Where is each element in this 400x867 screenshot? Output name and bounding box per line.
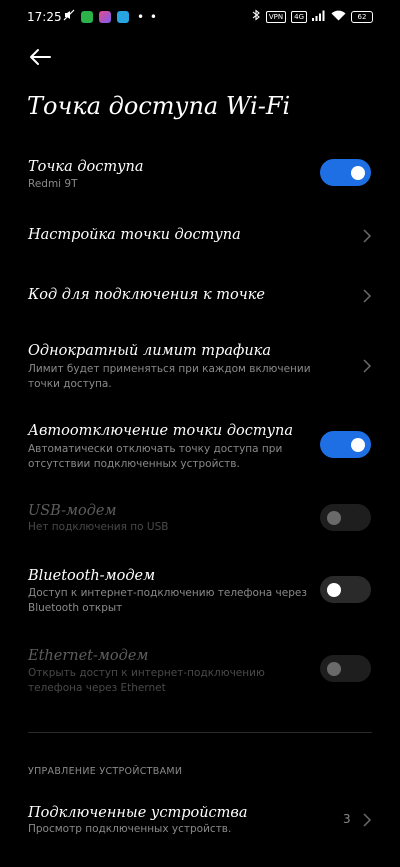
photos-app-icon [99, 10, 111, 23]
section-header: Управление устройствами [28, 766, 183, 777]
traffic-limit-row[interactable]: Однократный лимит трафика Лимит будет пр… [0, 338, 400, 394]
hotspot-settings-title: Настройка точки доступа [28, 227, 241, 243]
auto-off-toggle[interactable] [320, 431, 371, 458]
connect-code-row[interactable]: Код для подключения к точке [0, 282, 400, 312]
usb-modem-title: USB-модем [28, 503, 117, 519]
ethernet-modem-toggle [320, 655, 371, 682]
auto-off-row[interactable]: Автоотключение точки доступа Автоматичес… [0, 418, 400, 474]
page-title: Точка доступа Wi-Fi [27, 92, 291, 120]
traffic-limit-title: Однократный лимит трафика [28, 343, 271, 359]
device-count: 3 [343, 812, 351, 826]
bluetooth-modem-row[interactable]: Bluetooth-модем Доступ к интернет-подклю… [0, 563, 400, 619]
hotspot-subtitle: Redmi 9T [28, 178, 78, 190]
usb-modem-row: USB-модем Нет подключения по USB [0, 498, 400, 540]
hotspot-settings-row[interactable]: Настройка точки доступа [0, 222, 400, 252]
toggle-knob [327, 510, 341, 525]
ethernet-modem-row: Ethernet-модем Открыть доступ к интернет… [0, 643, 400, 699]
chevron-right-icon [363, 359, 372, 373]
usb-modem-subtitle: Нет подключения по USB [28, 521, 169, 533]
status-left-icons: • • [63, 9, 158, 24]
connected-devices-title: Подключенные устройства [28, 805, 248, 821]
bluetooth-modem-toggle[interactable] [320, 576, 371, 603]
toggle-knob [351, 437, 365, 452]
bluetooth-modem-title: Bluetooth-модем [28, 568, 156, 584]
chevron-right-icon [363, 229, 372, 243]
vpn-icon: VPN [265, 10, 287, 23]
connected-devices-row[interactable]: Подключенные устройства Просмотр подключ… [0, 800, 400, 842]
auto-off-subtitle: Автоматически отключать точку доступа пр… [28, 443, 283, 470]
traffic-limit-subtitle: Лимит будет применяться при каждом включ… [28, 363, 311, 390]
ethernet-modem-subtitle: Открыть доступ к интернет-подключению те… [28, 667, 265, 694]
signal-icon [312, 10, 326, 24]
toggle-knob [327, 582, 341, 597]
status-time: 17:25 [27, 10, 62, 24]
toggle-knob [327, 661, 341, 676]
chevron-right-icon [363, 813, 372, 827]
hotspot-row[interactable]: Точка доступа Redmi 9T [0, 152, 400, 200]
bluetooth-modem-subtitle: Доступ к интернет-подключению телефона ч… [28, 587, 307, 614]
toggle-knob [351, 165, 365, 180]
connected-devices-subtitle: Просмотр подключенных устройств. [28, 823, 232, 835]
arrow-left-icon [30, 49, 51, 65]
mute-icon [63, 9, 75, 24]
status-bar: 17:25 • • VPN 4G 62 [0, 0, 400, 34]
ethernet-modem-title: Ethernet-модем [28, 648, 149, 664]
usb-modem-toggle [320, 504, 371, 531]
lte-icon: 4G [291, 10, 307, 23]
connect-code-title: Код для подключения к точке [28, 287, 266, 303]
telegram-app-icon [117, 10, 129, 23]
divider [28, 732, 372, 733]
hotspot-toggle[interactable] [320, 159, 371, 186]
status-right-icons: VPN 4G 62 [252, 9, 373, 24]
shield-app-icon [81, 10, 93, 23]
auto-off-title: Автоотключение точки доступа [28, 423, 294, 439]
wifi-icon [331, 10, 346, 24]
back-button[interactable] [27, 44, 53, 70]
battery-icon: 62 [351, 10, 373, 23]
more-notifications-icon: • • [137, 9, 158, 24]
bluetooth-icon [252, 9, 261, 24]
chevron-right-icon [363, 289, 372, 303]
hotspot-title: Точка доступа [28, 159, 144, 175]
